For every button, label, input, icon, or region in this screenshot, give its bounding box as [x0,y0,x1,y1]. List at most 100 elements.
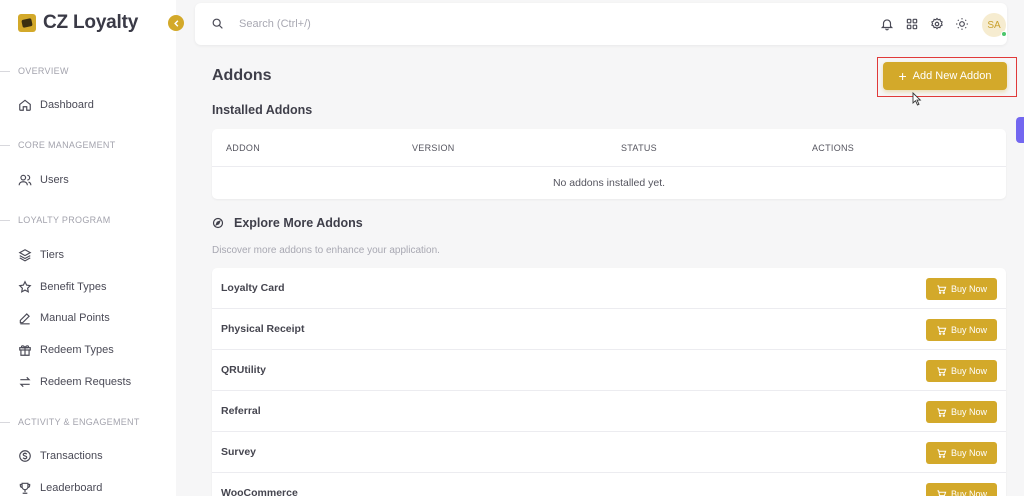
buy-now-label: Buy Now [950,284,987,294]
column-header-actions: ACTIONS [812,143,855,153]
buy-now-button[interactable]: Buy Now [926,483,997,496]
star-icon [18,280,32,294]
sidebar-item-label: Benefit Types [40,281,107,293]
addon-name: Survey [221,446,257,458]
sidebar-item-dashboard[interactable]: Dashboard [18,96,94,114]
addon-name: QRUtility [221,364,266,376]
sidebar-item-users[interactable]: Users [18,171,69,189]
installed-addons-table: ADDON VERSION STATUS ACTIONS No addons i… [212,129,1006,199]
section-loyalty-program: LOYALTY PROGRAM [0,215,176,225]
addon-name: Loyalty Card [221,282,285,294]
addon-row: Loyalty Card Buy Now [212,268,1006,309]
swap-icon [18,375,32,389]
users-icon [18,173,32,187]
gear-icon[interactable] [930,17,944,31]
section-title: ACTIVITY & ENGAGEMENT [18,417,140,427]
explore-addons-title: Explore More Addons [212,215,363,231]
addon-row: Survey Buy Now [212,432,1006,473]
bell-icon[interactable] [880,17,894,31]
brand-name: CZ Loyalty [43,12,139,33]
section-title: OVERVIEW [18,66,69,76]
section-activity-engagement: ACTIVITY & ENGAGEMENT [0,417,176,427]
addon-list: Loyalty Card Buy Now Physical Receipt Bu… [212,268,1006,496]
sidebar-item-redeem-types[interactable]: Redeem Types [18,341,114,359]
brand-logo-icon [18,14,36,32]
table-header: ADDON VERSION STATUS ACTIONS [212,129,1006,167]
cart-icon [937,489,947,496]
cart-icon [937,366,947,376]
sidebar-item-label: Redeem Types [40,344,114,356]
buy-now-label: Buy Now [950,325,987,335]
buy-now-button[interactable]: Buy Now [926,360,997,382]
sidebar-collapse-button[interactable] [168,15,184,31]
mouse-cursor-icon [912,92,922,106]
buy-now-label: Buy Now [950,489,987,496]
plus-icon: + [898,68,907,84]
addon-row: Physical Receipt Buy Now [212,309,1006,350]
sun-icon[interactable] [955,17,969,31]
apps-grid-icon[interactable] [905,17,919,31]
installed-addons-title: Installed Addons [212,103,313,117]
buy-now-button[interactable]: Buy Now [926,319,997,341]
column-header-version: VERSION [412,143,455,153]
cart-icon [937,448,947,458]
explore-subtitle: Discover more addons to enhance your app… [212,245,440,256]
avatar-initials: SA [987,19,1001,31]
highlight-box: + Add New Addon [877,57,1017,97]
sidebar-item-leaderboard[interactable]: Leaderboard [18,479,102,496]
home-icon [18,98,32,112]
pencil-icon [18,311,32,325]
compass-icon [212,217,224,229]
section-overview: OVERVIEW [0,66,176,76]
topbar: SA [195,3,1007,45]
sidebar-item-benefit-types[interactable]: Benefit Types [18,278,106,296]
sidebar-item-tiers[interactable]: Tiers [18,246,64,264]
section-title: CORE MANAGEMENT [18,140,116,150]
addon-row: WooCommerce Buy Now [212,473,1006,496]
avatar[interactable]: SA [982,13,1007,37]
section-core-management: CORE MANAGEMENT [0,140,176,150]
sidebar-item-label: Transactions [40,450,103,462]
search-input[interactable] [239,15,539,33]
layers-icon [18,248,32,262]
cart-icon [937,325,947,335]
buy-now-button[interactable]: Buy Now [926,278,997,300]
buy-now-label: Buy Now [950,448,987,458]
search-icon[interactable] [211,17,224,30]
add-new-addon-button[interactable]: + Add New Addon [883,62,1007,90]
chevron-left-icon [173,19,178,27]
online-status-dot [1001,31,1007,37]
sidebar-item-label: Users [40,174,69,186]
buy-now-label: Buy Now [950,366,987,376]
sidebar-item-redeem-requests[interactable]: Redeem Requests [18,373,131,391]
gift-icon [18,343,32,357]
section-title: LOYALTY PROGRAM [18,215,111,225]
sidebar-item-label: Tiers [40,249,65,261]
cart-icon [937,407,947,417]
sidebar-item-label: Leaderboard [40,482,103,494]
buy-now-button[interactable]: Buy Now [926,442,997,464]
add-new-addon-label: Add New Addon [912,70,992,82]
buy-now-label: Buy Now [950,407,987,417]
column-header-status: STATUS [621,143,657,153]
cart-icon [937,284,947,294]
buy-now-button[interactable]: Buy Now [926,401,997,423]
dollar-icon [18,449,32,463]
sidebar-item-manual-points[interactable]: Manual Points [18,309,110,327]
addon-row: QRUtility Buy Now [212,350,1006,391]
customizer-toggle-tab[interactable] [1016,117,1024,143]
addon-name: Physical Receipt [221,323,305,335]
sidebar-item-label: Redeem Requests [40,376,132,388]
trophy-icon [18,481,32,495]
addon-row: Referral Buy Now [212,391,1006,432]
brand[interactable]: CZ Loyalty [18,12,138,34]
column-header-addon: ADDON [226,143,261,153]
empty-table-message: No addons installed yet. [552,177,666,189]
sidebar-item-transactions[interactable]: Transactions [18,447,103,465]
explore-title-text: Explore More Addons [234,216,363,230]
addon-name: Referral [221,405,261,417]
addon-name: WooCommerce [221,487,298,496]
page-title: Addons [212,67,272,84]
sidebar: CZ Loyalty OVERVIEW Dashboard CORE MANAG… [0,0,176,496]
sidebar-item-label: Manual Points [40,312,110,324]
